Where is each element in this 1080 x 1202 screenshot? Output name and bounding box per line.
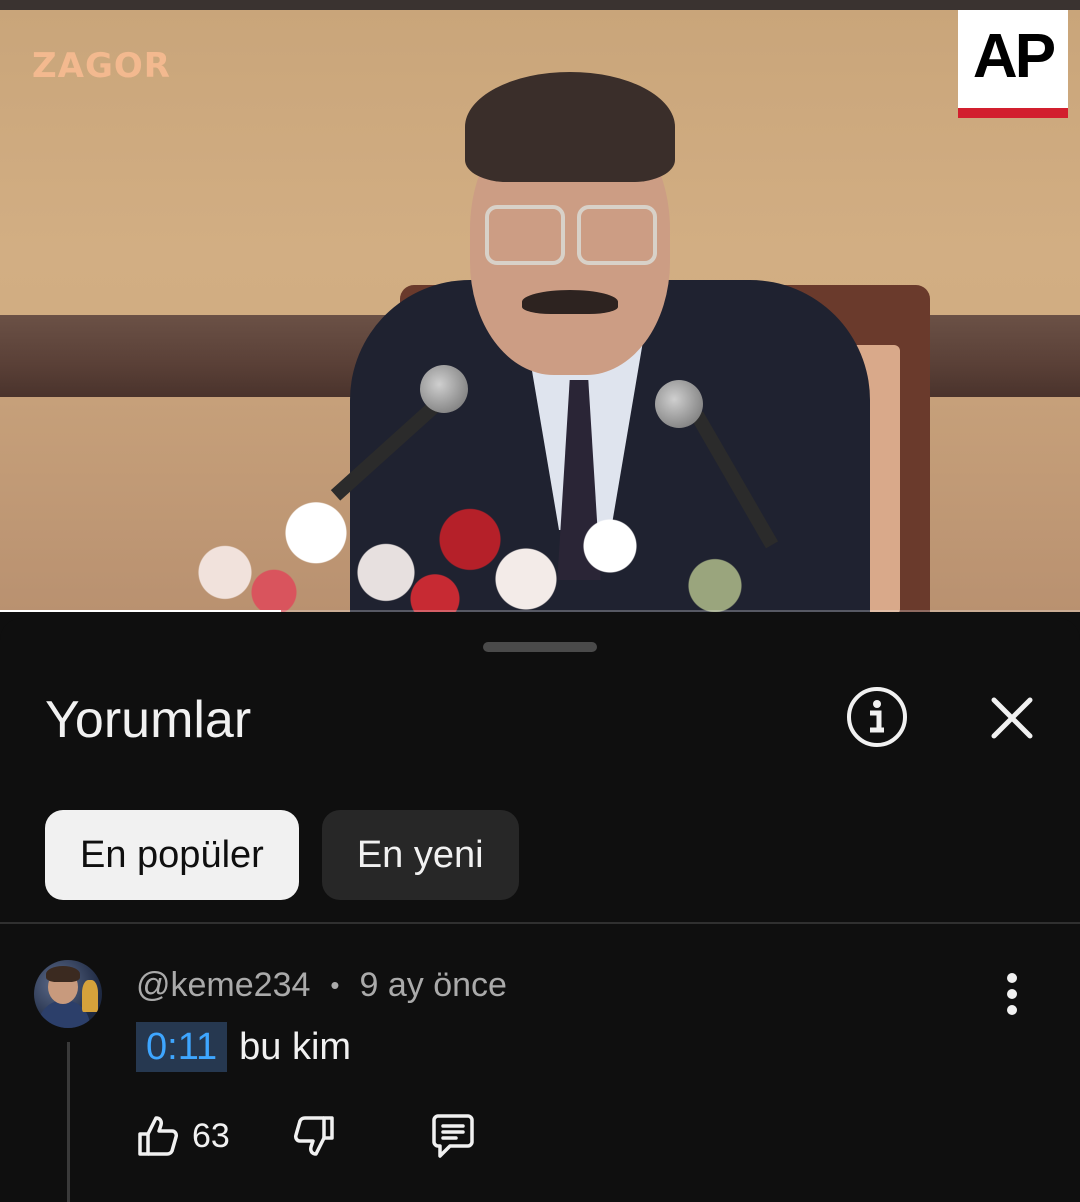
video-top-bar: [0, 0, 1080, 10]
drag-handle[interactable]: [483, 642, 597, 652]
comment-time: 9 ay önce: [359, 966, 507, 1004]
comments-title: Yorumlar: [45, 691, 252, 749]
video-player[interactable]: ZAGOR AP: [0, 0, 1080, 612]
chip-most-popular[interactable]: En popüler: [45, 810, 299, 900]
close-button[interactable]: [982, 688, 1042, 748]
more-vert-icon: [1007, 973, 1017, 1015]
ap-logo: AP: [958, 10, 1068, 118]
info-icon: [847, 687, 907, 747]
video-progress-bar[interactable]: [0, 610, 1080, 612]
close-icon: [991, 697, 1033, 739]
thread-line: [67, 1042, 70, 1202]
comment-text: bu kim: [239, 1025, 352, 1068]
timestamp-link[interactable]: 0:11: [136, 1022, 228, 1072]
avatar[interactable]: [34, 960, 102, 1028]
meta-separator: •: [330, 970, 340, 1000]
chip-newest[interactable]: En yeni: [321, 810, 519, 900]
video-frame: [0, 10, 1080, 612]
sort-chips: En popüler En yeni: [45, 810, 519, 900]
dislike-button[interactable]: [290, 1112, 338, 1160]
thumbs-down-icon: [293, 1116, 334, 1156]
ap-logo-text: AP: [972, 21, 1056, 91]
like-button[interactable]: 63: [134, 1112, 230, 1160]
comment-item: @keme234 • 9 ay önce 0:11 bu kim 63: [0, 924, 1080, 1202]
video-progress-fill: [0, 610, 281, 612]
comment-meta: @keme234 • 9 ay önce: [136, 966, 507, 1005]
info-button[interactable]: [846, 686, 908, 748]
comment-actions: 63: [134, 1112, 478, 1160]
channel-watermark: ZAGOR: [32, 46, 171, 86]
thumbs-up-icon: [138, 1116, 178, 1156]
comments-sheet: Yorumlar En popüler En yeni @keme234 • 9…: [0, 618, 1080, 1202]
reply-icon: [432, 1114, 474, 1158]
comment-body: 0:11 bu kim: [136, 1022, 351, 1072]
like-count: 63: [192, 1116, 230, 1155]
comment-menu-button[interactable]: [994, 972, 1030, 1016]
comment-author[interactable]: @keme234: [136, 966, 310, 1005]
reply-button[interactable]: [428, 1112, 478, 1160]
